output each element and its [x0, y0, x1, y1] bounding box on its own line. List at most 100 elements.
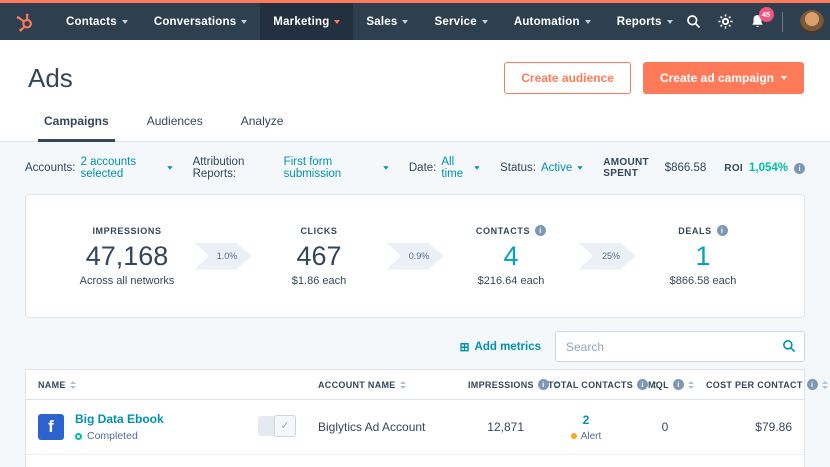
chevron-down-icon	[578, 166, 583, 170]
sort-icon	[688, 381, 694, 389]
nav-right-tools: 45 biglytics.net	[686, 3, 830, 40]
info-icon[interactable]	[535, 225, 546, 236]
page-header-section: Ads Create audience Create ad campaign C…	[0, 40, 830, 142]
cost-per-contact-cell: $79.86	[694, 400, 804, 455]
impressions-metric-label: IMPRESSIONS	[92, 226, 161, 236]
clicks-metric-sub: $1.86 each	[252, 275, 386, 287]
chevron-down-icon	[781, 76, 787, 80]
accounts-filter-dropdown[interactable]: 2 accounts selected	[81, 156, 173, 180]
tab-analyze[interactable]: Analyze	[235, 114, 290, 141]
info-icon[interactable]	[637, 379, 648, 390]
nav-item-automation[interactable]: Automation	[501, 3, 604, 40]
status-filter-dropdown[interactable]: Active	[541, 162, 583, 174]
clicks-metric-value: 467	[252, 241, 386, 272]
sort-icon	[822, 381, 828, 389]
total-contacts-cell: 0	[536, 455, 636, 467]
column-header-cost-per-contact[interactable]: COST PER CONTACT	[694, 370, 804, 400]
impressions-metric-value: 47,168	[60, 241, 194, 272]
accounts-filter-value: 2 accounts selected	[81, 156, 162, 180]
tab-campaigns[interactable]: Campaigns	[38, 114, 115, 142]
chevron-down-icon	[334, 20, 340, 24]
contacts-metric: CONTACTS 4 $216.64 each	[444, 225, 578, 287]
nav-menu: Contacts Conversations Marketing Sales S…	[53, 3, 686, 40]
status-filter-value: Active	[541, 162, 572, 174]
info-icon[interactable]	[673, 379, 684, 390]
contacts-metric-value[interactable]: 4	[444, 241, 578, 272]
chevron-down-icon	[474, 166, 479, 170]
search-icon[interactable]	[686, 14, 701, 29]
info-icon[interactable]	[794, 163, 805, 174]
cost-per-contact-cell: n/a	[694, 455, 804, 467]
nav-item-contacts[interactable]: Contacts	[53, 3, 141, 40]
alert-dot-icon	[571, 433, 577, 439]
conversion-arrow: 0.9%	[386, 243, 444, 270]
date-filter-value: All time	[441, 156, 469, 180]
chevron-down-icon	[383, 166, 388, 170]
status-label: Completed	[87, 430, 138, 442]
deals-metric-label: DEALS	[678, 226, 712, 236]
chevron-down-icon	[241, 20, 247, 24]
create-audience-button[interactable]: Create audience	[504, 62, 631, 94]
table-row: ForceRank Active Biglytics (991-823-5383…	[26, 455, 804, 467]
create-ad-campaign-button[interactable]: Create ad campaign	[643, 62, 804, 94]
nav-item-label: Contacts	[66, 16, 117, 28]
column-header-impressions[interactable]: IMPRESSIONS	[456, 370, 536, 400]
nav-item-label: Conversations	[154, 16, 236, 28]
nav-item-service[interactable]: Service	[421, 3, 500, 40]
date-filter: Date: All time	[409, 156, 480, 180]
nav-item-reports[interactable]: Reports	[604, 3, 686, 40]
info-icon[interactable]	[807, 379, 818, 390]
attribution-filter-dropdown[interactable]: First form submission	[284, 156, 389, 180]
hubspot-logo-icon[interactable]	[14, 3, 35, 40]
nav-item-conversations[interactable]: Conversations	[141, 3, 260, 40]
column-header-name[interactable]: NAME	[26, 370, 246, 400]
nav-item-marketing[interactable]: Marketing	[260, 3, 353, 40]
settings-gear-icon[interactable]	[718, 14, 733, 29]
date-filter-dropdown[interactable]: All time	[441, 156, 480, 180]
column-label: COST PER CONTACT	[706, 380, 803, 390]
tab-audiences[interactable]: Audiences	[141, 114, 209, 141]
create-ad-campaign-label: Create ad campaign	[660, 71, 774, 85]
table-search	[555, 331, 805, 362]
roi-value: 1,054%	[749, 162, 788, 174]
account-name-cell: Biglytics Ad Account	[306, 400, 456, 455]
chevron-down-icon	[167, 166, 172, 170]
accounts-filter: Accounts: 2 accounts selected	[25, 156, 173, 180]
amount-spent-value: $866.58	[665, 162, 707, 174]
campaign-toggle[interactable]	[258, 416, 294, 436]
notifications-bell-icon[interactable]: 45	[750, 14, 765, 30]
search-icon	[782, 339, 796, 353]
search-input[interactable]	[555, 331, 805, 362]
account-name-cell: Biglytics (991-823-5383)	[306, 455, 456, 467]
create-audience-label: Create audience	[521, 71, 614, 85]
nav-item-label: Marketing	[273, 16, 329, 28]
campaign-name-link[interactable]: Big Data Ebook	[75, 412, 164, 426]
deals-metric: DEALS 1 $866.58 each	[636, 225, 770, 287]
accounts-filter-label: Accounts:	[25, 162, 76, 174]
date-filter-label: Date:	[409, 162, 437, 174]
amount-spent-label: AMOUNT SPENT	[603, 157, 658, 179]
avatar[interactable]	[800, 10, 824, 34]
impressions-metric-sub: Across all networks	[60, 275, 194, 287]
contacts-metric-sub: $216.64 each	[444, 275, 578, 287]
mql-cell: 0	[636, 455, 694, 467]
deals-metric-value[interactable]: 1	[636, 241, 770, 272]
total-contacts-link[interactable]: 2	[583, 413, 590, 427]
sort-icon	[70, 381, 76, 389]
attribution-filter-value: First form submission	[284, 156, 378, 180]
facebook-icon	[38, 414, 64, 440]
status-filter: Status: Active	[500, 162, 583, 174]
add-metrics-button[interactable]: Add metrics	[459, 341, 541, 353]
conversion-arrow: 1.0%	[194, 243, 252, 270]
column-header-account-name[interactable]: ACCOUNT NAME	[306, 370, 456, 400]
conversion-rate-label: 1.0%	[217, 251, 238, 261]
status-completed-icon	[75, 433, 82, 440]
info-icon[interactable]	[717, 225, 728, 236]
nav-item-sales[interactable]: Sales	[353, 3, 421, 40]
contacts-metric-label: CONTACTS	[476, 226, 530, 236]
impressions-cell: 12,871	[456, 400, 536, 455]
column-header-total-contacts[interactable]: TOTAL CONTACTS	[536, 370, 636, 400]
column-label: MQL	[648, 380, 669, 390]
impressions-metric: IMPRESSIONS 47,168 Across all networks	[60, 226, 194, 287]
conversion-rate-label: 0.9%	[409, 251, 430, 261]
